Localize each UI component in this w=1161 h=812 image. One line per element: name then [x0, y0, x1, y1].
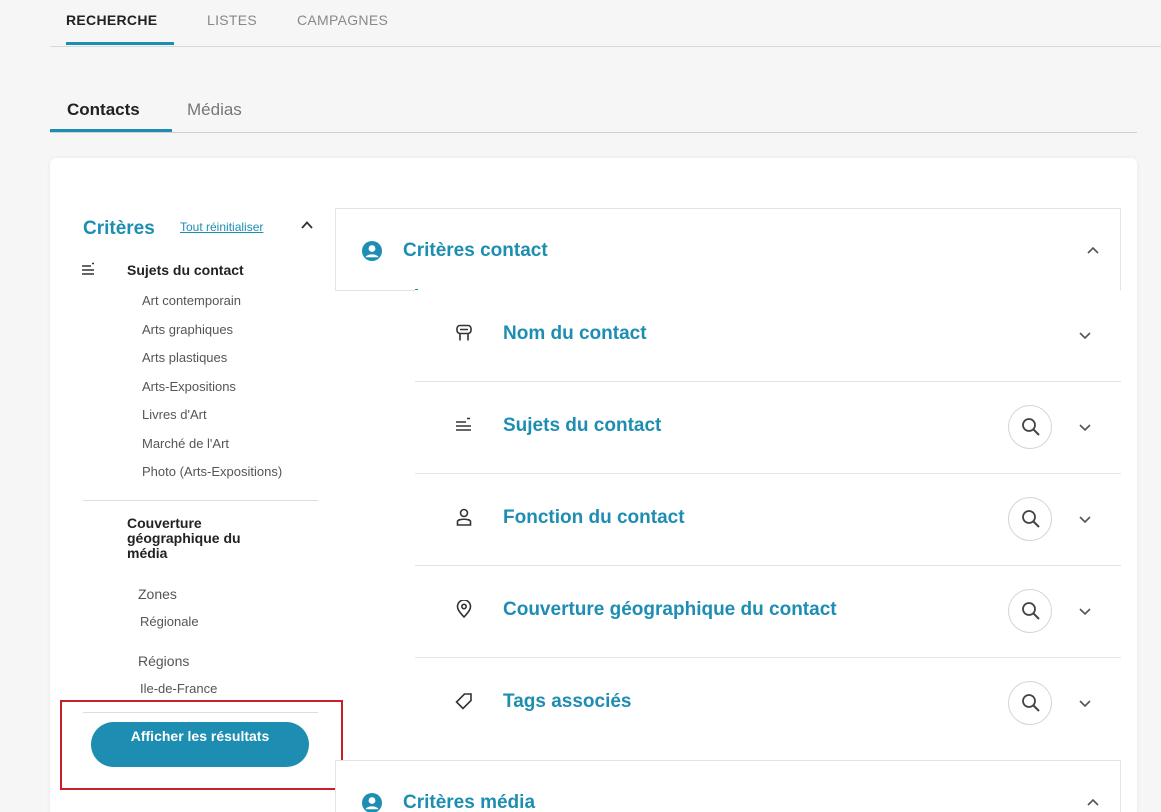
user-circle-icon — [362, 241, 382, 261]
regions-value: Ile-de-France — [140, 681, 218, 696]
chevron-up-icon[interactable] — [1086, 243, 1100, 257]
search-button[interactable] — [1008, 497, 1052, 541]
tab-contacts[interactable]: Contacts — [67, 100, 140, 120]
sub-nav-tabs: Contacts Médias — [50, 86, 1137, 133]
chevron-down-icon[interactable] — [1078, 696, 1092, 710]
reset-all-link[interactable]: Tout réinitialiser — [180, 220, 263, 234]
chevron-down-icon[interactable] — [1078, 604, 1092, 618]
criterion-nom-contact[interactable]: Nom du contact — [415, 290, 1121, 382]
criteria-sidebar: Critères Tout réinitialiser Sujets du co… — [50, 158, 343, 812]
media-criteria-header[interactable]: Critères média — [335, 760, 1121, 812]
search-button[interactable] — [1008, 681, 1052, 725]
zones-value: Régionale — [140, 614, 199, 629]
criterion-label: Nom du contact — [503, 323, 647, 344]
criterion-fonction-contact[interactable]: Fonction du contact — [415, 474, 1121, 566]
person-icon — [456, 508, 472, 526]
list-icon — [82, 262, 94, 275]
list-item: Marché de l'Art — [142, 435, 230, 451]
search-card: Critères Tout réinitialiser Sujets du co… — [50, 158, 1137, 812]
subjects-list: Art contemporain Arts graphiques Arts pl… — [142, 293, 282, 493]
chevron-up-icon[interactable] — [300, 218, 314, 232]
tab-campagnes[interactable]: CAMPAGNES — [297, 12, 388, 28]
tag-icon — [455, 693, 472, 710]
location-pin-icon — [456, 600, 472, 618]
geo-coverage-heading: Couverture géographique du média — [127, 515, 241, 561]
tab-recherche[interactable]: RECHERCHE — [66, 12, 157, 28]
list-item: Art contemporain — [142, 293, 241, 308]
chevron-up-icon[interactable] — [1086, 795, 1100, 809]
tab-listes[interactable]: LISTES — [207, 12, 257, 28]
subjects-heading: Sujets du contact — [127, 262, 244, 278]
list-item: Arts-Expositions — [142, 378, 236, 394]
criteria-title: Critères — [83, 218, 155, 239]
criterion-label: Fonction du contact — [503, 507, 685, 528]
divider — [83, 500, 318, 501]
highlight-box — [60, 700, 343, 790]
list-item: Photo (Arts-Expositions) — [142, 464, 283, 479]
user-circle-icon — [362, 793, 382, 812]
criterion-label: Couverture géographique du contact — [503, 599, 837, 620]
search-icon — [1022, 694, 1040, 712]
active-tab-indicator — [66, 42, 174, 45]
list-icon — [456, 417, 471, 431]
criterion-label: Sujets du contact — [503, 415, 662, 436]
criterion-label: Tags associés — [503, 691, 632, 712]
list-item: Arts plastiques — [142, 350, 228, 365]
search-icon — [1022, 602, 1040, 620]
criterion-couverture-geo-contact[interactable]: Couverture géographique du contact — [415, 566, 1121, 658]
active-subtab-indicator — [50, 129, 172, 132]
search-button[interactable] — [1008, 589, 1052, 633]
top-nav-tabs: RECHERCHE LISTES CAMPAGNES — [50, 0, 1161, 47]
id-badge-icon — [456, 324, 472, 341]
contact-criteria-header[interactable]: Critères contact — [335, 208, 1121, 291]
chevron-down-icon[interactable] — [1078, 512, 1092, 526]
chevron-down-icon[interactable] — [1078, 420, 1092, 434]
media-criteria-title: Critères média — [403, 792, 536, 812]
regions-label: Régions — [138, 653, 190, 669]
contact-criteria-title: Critères contact — [403, 240, 548, 261]
tab-medias[interactable]: Médias — [187, 100, 242, 120]
search-icon — [1022, 510, 1040, 528]
list-item: Livres d'Art — [142, 407, 207, 422]
list-item: Arts graphiques — [142, 321, 234, 337]
search-icon — [1022, 418, 1040, 436]
chevron-down-icon[interactable] — [1078, 328, 1092, 342]
search-button[interactable] — [1008, 405, 1052, 449]
zones-label: Zones — [138, 586, 177, 602]
criterion-sujets-contact[interactable]: Sujets du contact — [415, 382, 1121, 474]
criterion-tags-associes[interactable]: Tags associés — [415, 658, 1121, 750]
